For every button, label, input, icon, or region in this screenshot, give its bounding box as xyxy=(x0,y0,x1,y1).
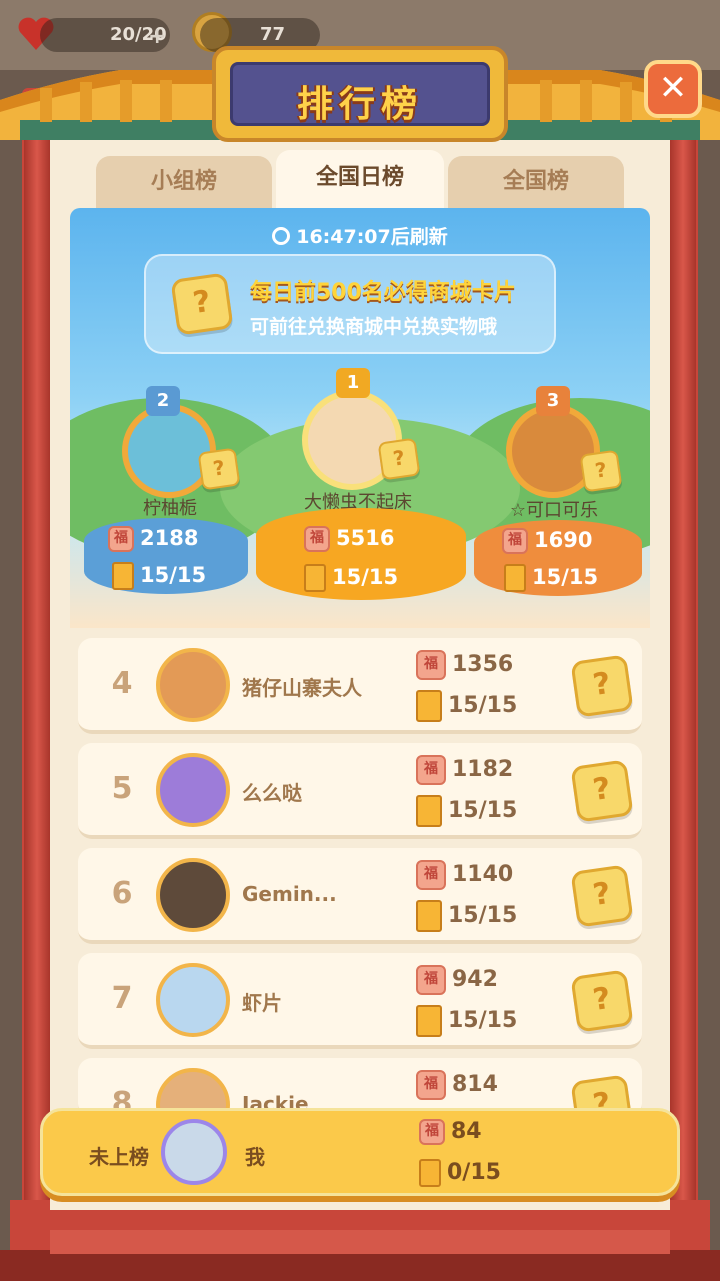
fu-icon: 福 xyxy=(416,1070,446,1100)
row-cards: 15/15 xyxy=(416,1005,517,1037)
row-name: 猪仔山寨夫人 xyxy=(242,676,362,700)
ranking-row[interactable]: 7 虾片 福 942 15/15 ? xyxy=(78,953,642,1049)
card-book-icon xyxy=(416,1005,442,1037)
title-plaque: 排行榜 xyxy=(212,46,508,142)
title-plaque-inner: 排行榜 xyxy=(230,62,490,126)
row-score: 福 1182 xyxy=(416,755,513,785)
row-rank: 4 xyxy=(111,666,133,701)
tab-national[interactable]: 全国榜 xyxy=(448,156,624,212)
fu-icon: 福 xyxy=(502,528,528,554)
card-book-icon xyxy=(112,562,134,590)
close-button[interactable]: ✕ xyxy=(644,60,702,118)
card-book-icon xyxy=(416,795,442,827)
ranking-row[interactable]: 4 猪仔山寨夫人 福 1356 15/15 ? xyxy=(78,638,642,734)
fu-icon: 福 xyxy=(416,650,446,680)
rank-badge: 3 xyxy=(536,386,570,416)
podium-score: 福 2188 xyxy=(108,526,198,552)
row-rank: 6 xyxy=(111,876,133,911)
right-pillar xyxy=(670,120,696,1200)
rank-badge: 1 xyxy=(336,368,370,398)
card-book-icon xyxy=(416,900,442,932)
fu-icon: 福 xyxy=(419,1119,445,1145)
my-rank-status: 未上榜 xyxy=(89,1145,149,1169)
ranking-row[interactable]: 5 么么哒 福 1182 15/15 ? xyxy=(78,743,642,839)
tab-group[interactable]: 小组榜 xyxy=(96,156,272,212)
row-cards: 15/15 xyxy=(416,900,517,932)
refresh-text: 16:47:07后刷新 xyxy=(296,226,448,248)
fu-icon: 福 xyxy=(416,965,446,995)
mystery-card-icon[interactable]: ? xyxy=(570,864,634,928)
ranking-row[interactable]: 6 Gemin... 福 1140 15/15 ? xyxy=(78,848,642,944)
avatar[interactable] xyxy=(156,753,230,827)
banner-subline: 可前往兑换商城中兑换实物哦 xyxy=(250,316,498,338)
fu-icon: 福 xyxy=(416,755,446,785)
refresh-timer: 16:47:07后刷新 xyxy=(70,222,650,249)
mystery-card-icon: ? xyxy=(377,437,421,481)
podium-score: 福 1690 xyxy=(502,528,592,554)
my-rank-bar[interactable]: 未上榜 我 福 84 0/15 xyxy=(40,1108,680,1196)
row-name: 么么哒 xyxy=(242,781,302,805)
my-name: 我 xyxy=(245,1145,265,1169)
podium-score: 福 5516 xyxy=(304,526,394,552)
mystery-card-icon[interactable]: ? xyxy=(570,654,634,718)
row-cards: 15/15 xyxy=(416,690,517,722)
left-pillar xyxy=(24,120,50,1200)
row-score: 福 814 xyxy=(416,1070,498,1100)
podium-cards: 15/15 xyxy=(112,562,206,590)
row-rank: 5 xyxy=(111,771,133,806)
row-score: 福 1356 xyxy=(416,650,513,680)
mystery-card-icon[interactable]: ? xyxy=(570,969,634,1033)
my-score: 福 84 xyxy=(419,1119,482,1145)
card-book-icon xyxy=(504,564,526,592)
banner-headline: 每日前500名必得商城卡片 xyxy=(250,280,516,305)
my-avatar[interactable] xyxy=(161,1119,227,1185)
card-book-icon xyxy=(416,690,442,722)
podium-cards: 15/15 xyxy=(304,564,398,592)
row-score: 福 942 xyxy=(416,965,498,995)
avatar[interactable] xyxy=(156,858,230,932)
podium-name: 柠柚栀 xyxy=(143,498,197,519)
card-book-icon xyxy=(304,564,326,592)
mystery-card-icon[interactable]: ? xyxy=(570,759,634,823)
fu-icon: 福 xyxy=(416,860,446,890)
podium-cards: 15/15 xyxy=(504,564,598,592)
fu-icon: 福 xyxy=(304,526,330,552)
row-name: 虾片 xyxy=(242,991,282,1015)
mystery-card-icon: ? xyxy=(197,447,241,491)
reward-banner: ? 每日前500名必得商城卡片 可前往兑换商城中兑换实物哦 xyxy=(144,254,556,354)
row-rank: 7 xyxy=(111,981,133,1016)
mystery-card-icon: ? xyxy=(170,272,234,336)
mystery-card-icon: ? xyxy=(579,449,623,493)
card-book-icon xyxy=(419,1159,441,1187)
avatar[interactable] xyxy=(156,963,230,1037)
avatar[interactable] xyxy=(156,648,230,722)
page-title: 排行榜 xyxy=(296,84,423,125)
row-name: Gemin... xyxy=(242,882,337,906)
podium-name: ☆可口可乐 xyxy=(509,500,599,521)
my-cards: 0/15 xyxy=(419,1159,501,1187)
row-score: 福 1140 xyxy=(416,860,513,890)
row-cards: 15/15 xyxy=(416,795,517,827)
rank-badge: 2 xyxy=(146,386,180,416)
podium-area: 16:47:07后刷新 ? 每日前500名必得商城卡片 可前往兑换商城中兑换实物… xyxy=(70,208,650,628)
clock-icon xyxy=(272,227,291,245)
tab-national-daily[interactable]: 全国日榜 xyxy=(276,150,444,212)
fu-icon: 福 xyxy=(108,526,134,552)
